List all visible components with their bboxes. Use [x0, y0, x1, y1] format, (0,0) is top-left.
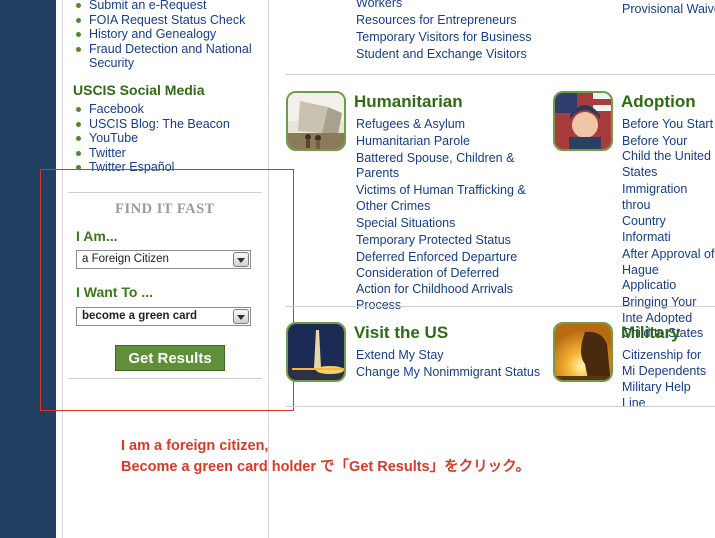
link-citizenship-military[interactable]: Citizenship for Mi Dependents	[622, 348, 715, 379]
highlight-box	[40, 169, 294, 411]
link-extend-my-stay[interactable]: Extend My Stay	[356, 348, 546, 364]
link-country-information[interactable]: Country Informati	[622, 214, 715, 245]
adoption-image[interactable]	[553, 91, 613, 151]
blog-link[interactable]: USCIS Blog: The Beacon	[89, 117, 230, 131]
link-student-exchange[interactable]: Student and Exchange Visitors	[356, 46, 556, 63]
link-special-situations[interactable]: Special Situations	[356, 216, 536, 232]
link-temporary-visitors[interactable]: Temporary Visitors for Business	[356, 29, 556, 46]
military-image[interactable]	[553, 322, 613, 382]
link-human-trafficking[interactable]: Victims of Human Trafficking & Other Cri…	[356, 183, 536, 214]
visit-the-us-links: Extend My Stay Change My Nonimmigrant St…	[356, 348, 546, 382]
link-before-you-start[interactable]: Before You Start	[622, 117, 715, 133]
link-after-approval[interactable]: After Approval of Hague Applicatio	[622, 247, 715, 294]
link-deferred-enforced-departure[interactable]: Deferred Enforced Departure	[356, 250, 536, 266]
annotation-line-2: Become a green card holder で「Get Results…	[121, 459, 530, 475]
sidebar-link-history[interactable]: History and Genealogy	[89, 27, 216, 41]
sidebar-link-foia[interactable]: FOIA Request Status Check	[89, 13, 245, 27]
list-item[interactable]: Submit an e-Request	[74, 0, 264, 13]
list-item[interactable]: USCIS Blog: The Beacon	[74, 117, 264, 132]
adoption-links: Before You Start Before Your Child the U…	[622, 117, 715, 343]
link-temporary-protected-status[interactable]: Temporary Protected Status	[356, 233, 536, 249]
top-link-group-2: Provisional Waive	[622, 1, 715, 18]
link-workers[interactable]: Workers	[356, 0, 556, 12]
humanitarian-heading[interactable]: Humanitarian	[354, 92, 463, 112]
social-media-links: Facebook USCIS Blog: The Beacon YouTube …	[74, 102, 264, 175]
top-link-group: Workers Resources for Entrepreneurs Temp…	[356, 0, 556, 63]
sidebar-top-links: Submit an e-Request FOIA Request Status …	[74, 0, 264, 71]
link-entrepreneurs[interactable]: Resources for Entrepreneurs	[356, 12, 556, 29]
link-before-your-child[interactable]: Before Your Child the United States	[622, 134, 715, 181]
link-provisional-waiver[interactable]: Provisional Waive	[622, 1, 715, 18]
list-item[interactable]: FOIA Request Status Check	[74, 13, 264, 28]
section-divider	[286, 306, 715, 307]
visit-the-us-image[interactable]	[286, 322, 346, 382]
twitter-link[interactable]: Twitter	[89, 146, 126, 160]
sidebar-link-fraud[interactable]: Fraud Detection and National Security	[89, 42, 252, 71]
sidebar-link-e-request[interactable]: Submit an e-Request	[89, 0, 206, 12]
section-divider	[286, 406, 715, 407]
link-refugees-asylum[interactable]: Refugees & Asylum	[356, 117, 536, 133]
list-item[interactable]: Fraud Detection and National Security	[74, 42, 264, 71]
military-heading[interactable]: Military	[621, 323, 681, 343]
list-item[interactable]: History and Genealogy	[74, 27, 264, 42]
link-immigration-through[interactable]: Immigration throu	[622, 182, 715, 213]
list-item[interactable]: Twitter	[74, 146, 264, 161]
visit-the-us-heading[interactable]: Visit the US	[354, 323, 448, 343]
link-battered-spouse[interactable]: Battered Spouse, Children & Parents	[356, 151, 536, 182]
adoption-heading[interactable]: Adoption	[621, 92, 696, 112]
list-item[interactable]: YouTube	[74, 131, 264, 146]
list-item[interactable]: Facebook	[74, 102, 264, 117]
humanitarian-image[interactable]	[286, 91, 346, 151]
link-humanitarian-parole[interactable]: Humanitarian Parole	[356, 134, 536, 150]
instruction-annotation: I am a foreign citizen, Become a green c…	[121, 436, 530, 478]
military-links: Citizenship for Mi Dependents Military H…	[622, 348, 715, 413]
social-media-heading: USCIS Social Media	[73, 82, 205, 98]
facebook-link[interactable]: Facebook	[89, 102, 144, 116]
section-divider	[286, 74, 715, 75]
youtube-link[interactable]: YouTube	[89, 131, 138, 145]
humanitarian-links: Refugees & Asylum Humanitarian Parole Ba…	[356, 117, 536, 315]
annotation-line-1: I am a foreign citizen,	[121, 438, 269, 454]
link-change-nonimmigrant-status[interactable]: Change My Nonimmigrant Status	[356, 365, 546, 381]
